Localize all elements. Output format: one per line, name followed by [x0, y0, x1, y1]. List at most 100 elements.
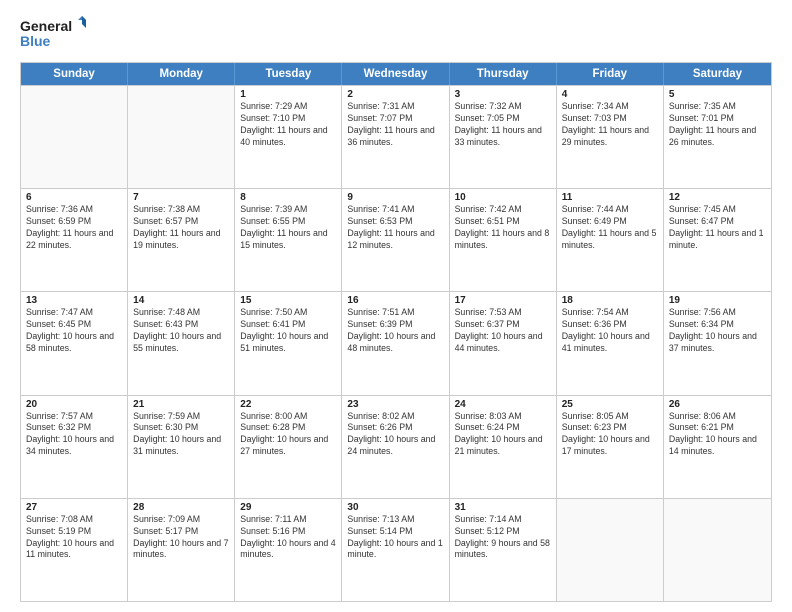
sunset-text: Sunset: 7:05 PM	[455, 113, 551, 125]
sunrise-text: Sunrise: 7:38 AM	[133, 204, 229, 216]
daylight-text: Daylight: 10 hours and 51 minutes.	[240, 331, 336, 355]
daylight-text: Daylight: 10 hours and 7 minutes.	[133, 538, 229, 562]
daylight-text: Daylight: 10 hours and 55 minutes.	[133, 331, 229, 355]
sunset-text: Sunset: 6:32 PM	[26, 422, 122, 434]
day-number: 30	[347, 502, 443, 513]
day-number: 19	[669, 295, 766, 306]
daylight-text: Daylight: 10 hours and 21 minutes.	[455, 434, 551, 458]
logo-svg: General Blue	[20, 16, 90, 52]
sunrise-text: Sunrise: 7:42 AM	[455, 204, 551, 216]
day-number: 25	[562, 399, 658, 410]
day-number: 3	[455, 89, 551, 100]
sunrise-text: Sunrise: 7:29 AM	[240, 101, 336, 113]
sunset-text: Sunset: 5:12 PM	[455, 526, 551, 538]
daylight-text: Daylight: 10 hours and 4 minutes.	[240, 538, 336, 562]
sunrise-text: Sunrise: 8:00 AM	[240, 411, 336, 423]
daylight-text: Daylight: 11 hours and 1 minute.	[669, 228, 766, 252]
sunset-text: Sunset: 6:34 PM	[669, 319, 766, 331]
empty-cell	[128, 86, 235, 188]
sunrise-text: Sunrise: 7:08 AM	[26, 514, 122, 526]
sunset-text: Sunset: 6:45 PM	[26, 319, 122, 331]
sunset-text: Sunset: 5:17 PM	[133, 526, 229, 538]
day-number: 11	[562, 192, 658, 203]
sunrise-text: Sunrise: 8:03 AM	[455, 411, 551, 423]
header-cell-thursday: Thursday	[450, 63, 557, 85]
day-number: 8	[240, 192, 336, 203]
day-cell-14: 14Sunrise: 7:48 AMSunset: 6:43 PMDayligh…	[128, 292, 235, 394]
daylight-text: Daylight: 11 hours and 33 minutes.	[455, 125, 551, 149]
daylight-text: Daylight: 11 hours and 22 minutes.	[26, 228, 122, 252]
sunrise-text: Sunrise: 7:56 AM	[669, 307, 766, 319]
week-row-5: 27Sunrise: 7:08 AMSunset: 5:19 PMDayligh…	[21, 498, 771, 601]
sunset-text: Sunset: 6:55 PM	[240, 216, 336, 228]
day-cell-8: 8Sunrise: 7:39 AMSunset: 6:55 PMDaylight…	[235, 189, 342, 291]
day-number: 20	[26, 399, 122, 410]
logo: General Blue	[20, 16, 90, 52]
day-number: 17	[455, 295, 551, 306]
day-cell-31: 31Sunrise: 7:14 AMSunset: 5:12 PMDayligh…	[450, 499, 557, 601]
day-number: 16	[347, 295, 443, 306]
day-number: 5	[669, 89, 766, 100]
sunset-text: Sunset: 6:47 PM	[669, 216, 766, 228]
day-cell-10: 10Sunrise: 7:42 AMSunset: 6:51 PMDayligh…	[450, 189, 557, 291]
sunset-text: Sunset: 5:16 PM	[240, 526, 336, 538]
day-number: 24	[455, 399, 551, 410]
sunset-text: Sunset: 5:19 PM	[26, 526, 122, 538]
day-number: 1	[240, 89, 336, 100]
day-number: 29	[240, 502, 336, 513]
day-number: 12	[669, 192, 766, 203]
sunrise-text: Sunrise: 7:45 AM	[669, 204, 766, 216]
sunset-text: Sunset: 7:03 PM	[562, 113, 658, 125]
daylight-text: Daylight: 11 hours and 40 minutes.	[240, 125, 336, 149]
day-number: 14	[133, 295, 229, 306]
day-cell-29: 29Sunrise: 7:11 AMSunset: 5:16 PMDayligh…	[235, 499, 342, 601]
day-number: 6	[26, 192, 122, 203]
sunrise-text: Sunrise: 7:44 AM	[562, 204, 658, 216]
sunset-text: Sunset: 6:26 PM	[347, 422, 443, 434]
sunset-text: Sunset: 6:51 PM	[455, 216, 551, 228]
day-number: 18	[562, 295, 658, 306]
daylight-text: Daylight: 10 hours and 41 minutes.	[562, 331, 658, 355]
sunset-text: Sunset: 6:36 PM	[562, 319, 658, 331]
sunrise-text: Sunrise: 7:13 AM	[347, 514, 443, 526]
day-cell-2: 2Sunrise: 7:31 AMSunset: 7:07 PMDaylight…	[342, 86, 449, 188]
day-cell-9: 9Sunrise: 7:41 AMSunset: 6:53 PMDaylight…	[342, 189, 449, 291]
day-cell-16: 16Sunrise: 7:51 AMSunset: 6:39 PMDayligh…	[342, 292, 449, 394]
day-cell-3: 3Sunrise: 7:32 AMSunset: 7:05 PMDaylight…	[450, 86, 557, 188]
sunrise-text: Sunrise: 7:14 AM	[455, 514, 551, 526]
sunrise-text: Sunrise: 7:57 AM	[26, 411, 122, 423]
calendar: SundayMondayTuesdayWednesdayThursdayFrid…	[20, 62, 772, 602]
day-cell-27: 27Sunrise: 7:08 AMSunset: 5:19 PMDayligh…	[21, 499, 128, 601]
day-number: 9	[347, 192, 443, 203]
svg-text:General: General	[20, 18, 72, 34]
day-number: 7	[133, 192, 229, 203]
day-number: 26	[669, 399, 766, 410]
sunrise-text: Sunrise: 7:39 AM	[240, 204, 336, 216]
day-cell-12: 12Sunrise: 7:45 AMSunset: 6:47 PMDayligh…	[664, 189, 771, 291]
daylight-text: Daylight: 11 hours and 26 minutes.	[669, 125, 766, 149]
sunrise-text: Sunrise: 7:32 AM	[455, 101, 551, 113]
sunset-text: Sunset: 6:57 PM	[133, 216, 229, 228]
week-row-4: 20Sunrise: 7:57 AMSunset: 6:32 PM Dayligh…	[21, 395, 771, 498]
day-cell-11: 11Sunrise: 7:44 AMSunset: 6:49 PMDayligh…	[557, 189, 664, 291]
daylight-text: Daylight: 11 hours and 19 minutes.	[133, 228, 229, 252]
header-cell-friday: Friday	[557, 63, 664, 85]
day-number: 22	[240, 399, 336, 410]
day-cell-18: 18Sunrise: 7:54 AMSunset: 6:36 PMDayligh…	[557, 292, 664, 394]
day-cell-17: 17Sunrise: 7:53 AMSunset: 6:37 PMDayligh…	[450, 292, 557, 394]
sunrise-text: Sunrise: 7:35 AM	[669, 101, 766, 113]
sunset-text: Sunset: 5:14 PM	[347, 526, 443, 538]
day-cell-13: 13Sunrise: 7:47 AMSunset: 6:45 PMDayligh…	[21, 292, 128, 394]
sunrise-text: Sunrise: 8:05 AM	[562, 411, 658, 423]
page: General Blue SundayMondayTuesdayWednesda…	[0, 0, 792, 612]
sunrise-text: Sunrise: 7:41 AM	[347, 204, 443, 216]
day-number: 28	[133, 502, 229, 513]
day-number: 23	[347, 399, 443, 410]
day-number: 31	[455, 502, 551, 513]
day-cell-15: 15Sunrise: 7:50 AMSunset: 6:41 PMDayligh…	[235, 292, 342, 394]
sunrise-text: Sunrise: 7:51 AM	[347, 307, 443, 319]
header: General Blue	[20, 16, 772, 52]
sunrise-text: Sunrise: 8:06 AM	[669, 411, 766, 423]
daylight-text: Daylight: 11 hours and 29 minutes.	[562, 125, 658, 149]
daylight-text: Daylight: 11 hours and 12 minutes.	[347, 228, 443, 252]
